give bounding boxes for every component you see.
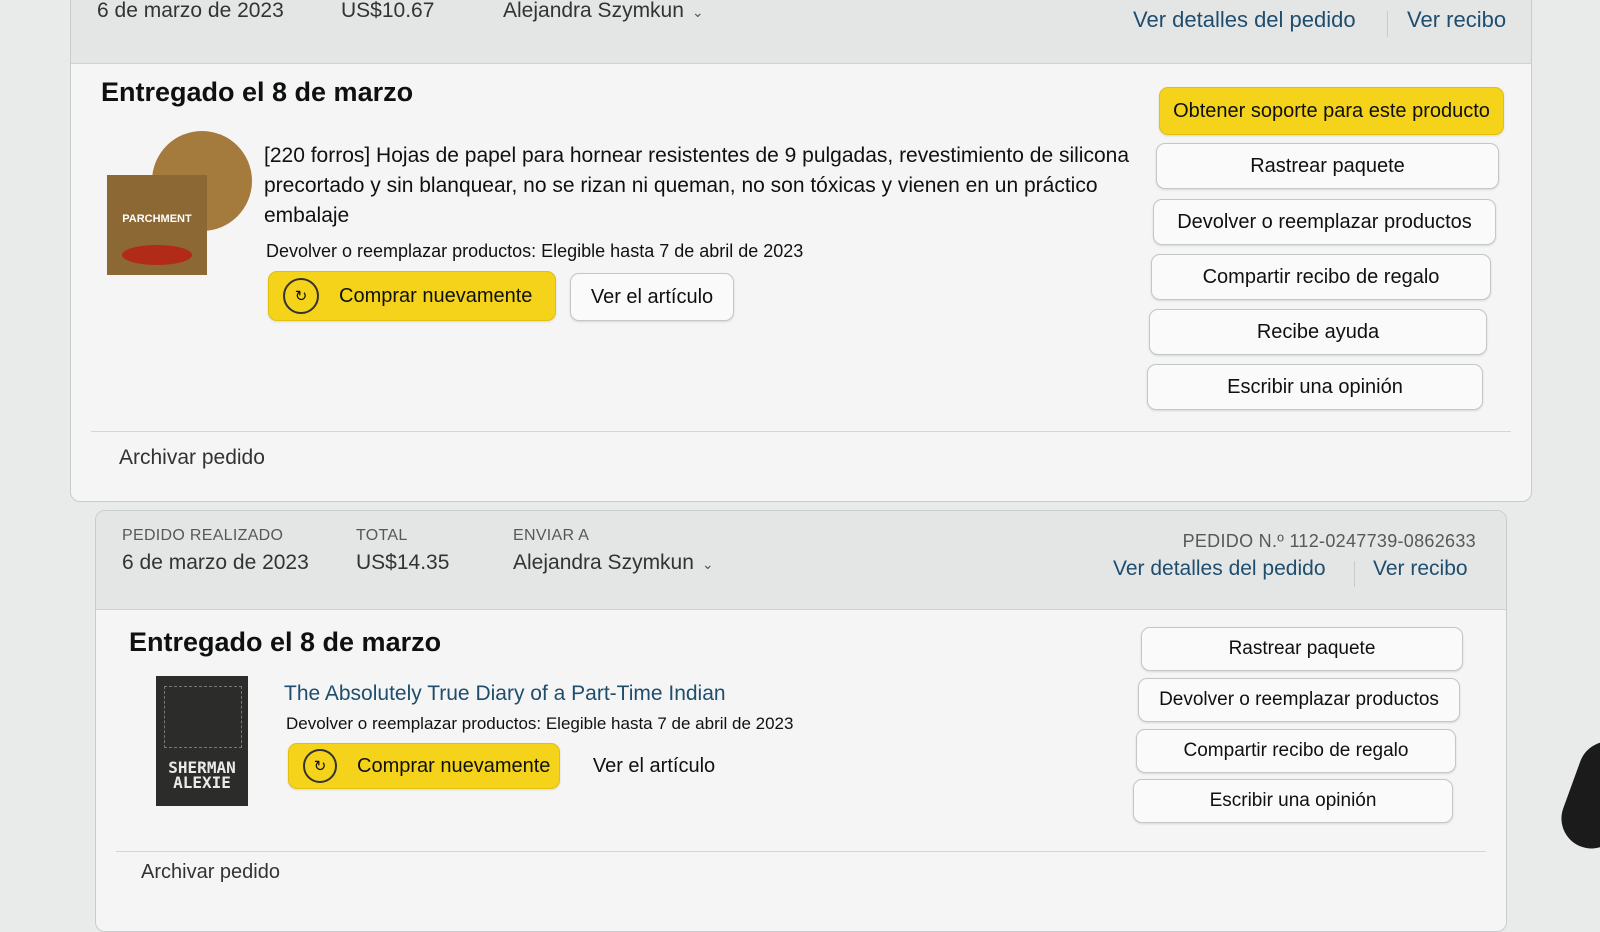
- return-eligibility: Devolver o reemplazar productos: Elegibl…: [266, 241, 804, 261]
- card-divider: [116, 851, 1486, 852]
- ship-to-dropdown[interactable]: Alejandra Szymkun ⌄: [503, 0, 704, 23]
- write-review-button[interactable]: Escribir una opinión: [1133, 779, 1453, 823]
- order-card: 6 de marzo de 2023 US$10.67 Alejandra Sz…: [70, 0, 1532, 502]
- track-package-button[interactable]: Rastrear paquete: [1141, 627, 1463, 671]
- order-details-link[interactable]: Ver detalles del pedido: [1113, 557, 1326, 581]
- return-eligibility: Devolver o reemplazar productos: Elegibl…: [286, 714, 794, 733]
- receipt-link[interactable]: Ver recibo: [1407, 7, 1506, 33]
- buy-again-button[interactable]: ↻ Comprar nuevamente: [288, 743, 560, 789]
- order-header: 6 de marzo de 2023 US$10.67 Alejandra Sz…: [71, 0, 1531, 64]
- order-total: TOTAL US$14.35: [356, 527, 450, 574]
- return-replace-button[interactable]: Devolver o reemplazar productos: [1138, 678, 1460, 722]
- order-number: PEDIDO N.º 112-0247739-0862633: [1182, 531, 1476, 551]
- order-details-link[interactable]: Ver detalles del pedido: [1133, 7, 1356, 33]
- return-replace-button[interactable]: Devolver o reemplazar productos: [1153, 199, 1496, 245]
- view-item-button[interactable]: Ver el artículo: [574, 743, 734, 789]
- chevron-down-icon: ⌄: [701, 556, 714, 572]
- share-gift-receipt-button[interactable]: Compartir recibo de regalo: [1151, 254, 1491, 300]
- get-help-button[interactable]: Recibe ayuda: [1149, 309, 1487, 355]
- product-title[interactable]: [220 forros] Hojas de papel para hornear…: [264, 141, 1129, 231]
- order-header: PEDIDO REALIZADO 6 de marzo de 2023 TOTA…: [96, 511, 1506, 610]
- ship-to-name: Alejandra Szymkun: [503, 0, 684, 22]
- delivery-status: Entregado el 8 de marzo: [101, 77, 414, 107]
- view-item-button[interactable]: Ver el artículo: [570, 273, 734, 321]
- parchment-box-image: PARCHMENT: [107, 175, 207, 275]
- order-card: PEDIDO REALIZADO 6 de marzo de 2023 TOTA…: [95, 510, 1507, 932]
- chevron-down-icon: ⌄: [691, 4, 704, 20]
- share-gift-receipt-button[interactable]: Compartir recibo de regalo: [1136, 729, 1456, 773]
- write-review-button[interactable]: Escribir una opinión: [1147, 364, 1483, 410]
- link-separator: [1387, 11, 1388, 37]
- archive-order-link[interactable]: Archivar pedido: [141, 861, 280, 884]
- get-product-support-button[interactable]: Obtener soporte para este producto: [1159, 87, 1504, 135]
- buy-again-icon: ↻: [283, 278, 319, 314]
- ship-to-dropdown[interactable]: ENVIAR A Alejandra Szymkun ⌄: [513, 527, 714, 575]
- order-total: US$10.67: [341, 0, 435, 22]
- buy-again-button[interactable]: ↻ Comprar nuevamente: [268, 271, 556, 321]
- link-separator: [1354, 561, 1355, 587]
- ship-to-name: Alejandra Szymkun: [513, 551, 694, 574]
- buy-again-icon: ↻: [303, 749, 337, 783]
- archive-order-link[interactable]: Archivar pedido: [119, 446, 265, 470]
- track-package-button[interactable]: Rastrear paquete: [1156, 143, 1499, 189]
- receipt-link[interactable]: Ver recibo: [1373, 557, 1468, 581]
- delivery-status: Entregado el 8 de marzo: [129, 627, 442, 657]
- book-cover-image[interactable]: SHERMAN ALEXIE: [156, 676, 248, 806]
- product-title[interactable]: The Absolutely True Diary of a Part-Time…: [284, 679, 726, 709]
- order-placed: PEDIDO REALIZADO 6 de marzo de 2023: [122, 527, 309, 574]
- order-date: 6 de marzo de 2023: [97, 0, 284, 22]
- card-divider: [91, 431, 1511, 432]
- product-image[interactable]: PARCHMENT: [107, 131, 257, 281]
- screen-edge-shadow: [1552, 733, 1600, 857]
